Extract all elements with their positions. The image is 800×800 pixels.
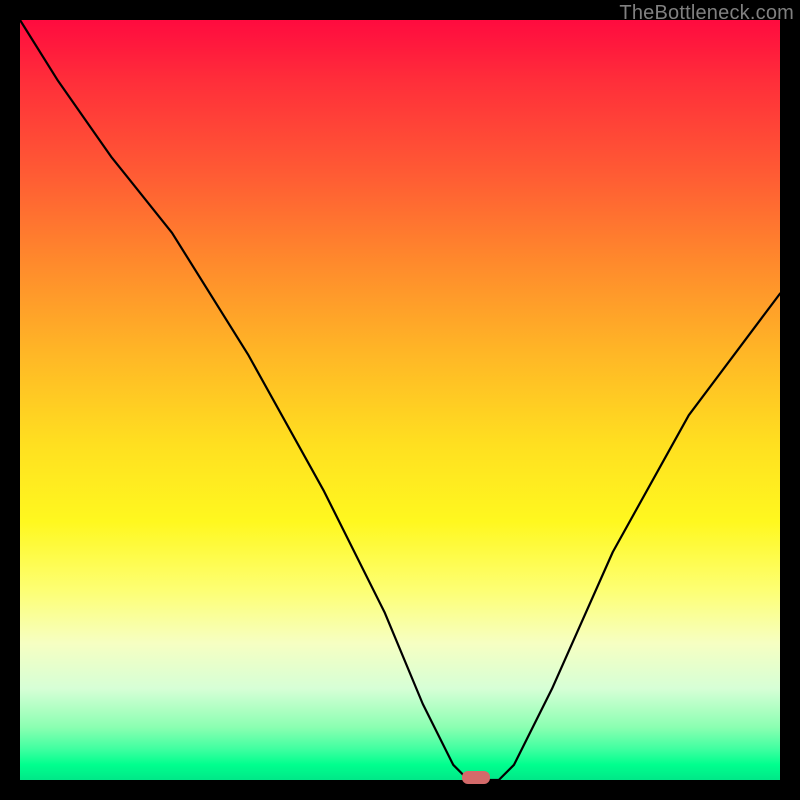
plot-area	[20, 20, 780, 780]
bottleneck-curve	[20, 20, 780, 780]
chart-container: TheBottleneck.com	[0, 0, 800, 800]
chart-svg	[20, 20, 780, 780]
optimum-marker	[462, 771, 490, 784]
watermark-text: TheBottleneck.com	[619, 2, 794, 25]
